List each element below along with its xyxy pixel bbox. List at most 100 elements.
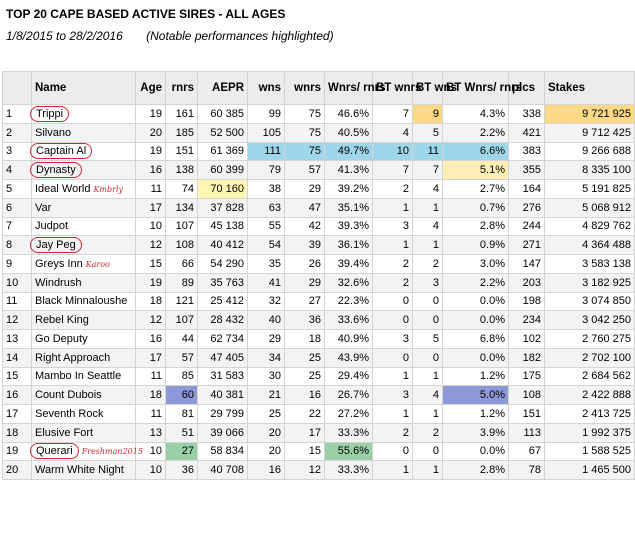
cell-bt-wnrs-rnrs: 2.2% (442, 272, 509, 293)
cell-stakes: 9 712 425 (544, 122, 635, 143)
circled-sire-name: Querari (30, 443, 79, 460)
cell-age: 12 (135, 310, 166, 330)
circled-sire-name: Captain Al (30, 143, 93, 160)
sire-name: Elusive Fort (35, 426, 94, 439)
cell-bt-wnrs: 2 (372, 272, 413, 293)
cell-rank: 16 (2, 385, 32, 405)
cell-rank: 19 (2, 441, 32, 462)
cell-wns: 20 (247, 441, 285, 462)
cell-aepr: 40 708 (197, 460, 248, 480)
cell-stakes: 2 760 275 (544, 329, 635, 349)
cell-wnrs-rnrs: 46.6% (324, 104, 373, 124)
cell-wns: 32 (247, 291, 285, 312)
cell-wnrs: 39 (284, 235, 325, 255)
cell-bt-wns: 5 (412, 122, 443, 143)
cell-wns: 63 (247, 197, 285, 218)
cell-bt-wnrs: 10 (372, 141, 413, 162)
cell-wns: 105 (247, 122, 285, 143)
cell-bt-wnrs-rnrs: 5.1% (442, 160, 509, 180)
cell-name: Elusive Fort (31, 422, 136, 443)
cell-name: Var (31, 197, 136, 218)
cell-aepr: 28 432 (197, 310, 248, 330)
cell-stakes: 9 266 688 (544, 141, 635, 162)
cell-bt-wnrs: 1 (372, 366, 413, 387)
cell-bt-wnrs-rnrs: 6.6% (442, 141, 509, 162)
cell-plcs: 108 (508, 385, 545, 405)
cell-name: Count Dubois (31, 385, 136, 405)
cell-rank: 10 (2, 272, 32, 293)
cell-bt-wnrs: 2 (372, 422, 413, 443)
cell-bt-wns: 1 (412, 404, 443, 424)
cell-name: Mambo In Seattle (31, 366, 136, 387)
cell-name: Seventh Rock (31, 404, 136, 424)
cell-name: Jay Peg (30, 235, 136, 255)
cell-wnrs-rnrs: 29.4% (324, 366, 373, 387)
cell-bt-wns: 1 (412, 235, 443, 255)
cell-name: Ideal World Kmbrly (31, 179, 136, 199)
cell-name: Black Minnaloushe (31, 291, 136, 312)
cell-name: Dynasty (30, 160, 136, 180)
cell-rnrs: 138 (165, 160, 198, 180)
cell-age: 16 (135, 160, 166, 180)
cell-rnrs: 74 (165, 179, 198, 199)
cell-name: Judpot (31, 216, 136, 237)
cell-stakes: 3 074 850 (544, 291, 635, 312)
cell-wns: 111 (247, 141, 285, 162)
table-row: 8 Jay Peg 12 108 40 412 54 39 36.1% 1 1 0.9% 271 4 3… (2, 235, 635, 255)
cell-bt-wnrs-rnrs: 0.0% (442, 441, 509, 462)
cell-rnrs: 60 (165, 385, 198, 405)
cell-rnrs: 36 (165, 460, 198, 480)
cell-age: 18 (135, 291, 166, 312)
cell-bt-wnrs-rnrs: 1.2% (442, 366, 509, 387)
cell-rank: 4 (2, 160, 32, 180)
cell-bt-wnrs-rnrs: 0.0% (442, 347, 509, 368)
cell-bt-wns: 0 (412, 347, 443, 368)
cell-wnrs: 26 (284, 254, 325, 274)
cell-stakes: 4 364 488 (544, 235, 635, 255)
cell-bt-wnrs: 3 (372, 329, 413, 349)
cell-aepr: 40 381 (197, 385, 248, 405)
cell-wnrs-rnrs: 39.2% (324, 179, 373, 199)
cell-rnrs: 51 (165, 422, 198, 443)
cell-age: 20 (135, 122, 166, 143)
cell-bt-wnrs-rnrs: 0.9% (442, 235, 509, 255)
cell-bt-wnrs: 0 (372, 347, 413, 368)
cell-age: 15 (135, 254, 166, 274)
cell-bt-wnrs: 0 (372, 310, 413, 330)
cell-wns: 25 (247, 404, 285, 424)
cell-wnrs: 27 (284, 291, 325, 312)
cell-plcs: 234 (508, 310, 545, 330)
col-header-rnrs: rnrs (165, 71, 198, 105)
col-header-bt-wnrs-rnrs: BT Wnrs/ rnrs (442, 71, 522, 105)
cell-bt-wns: 0 (412, 310, 443, 330)
sire-name: Judpot (35, 220, 69, 233)
cell-stakes: 3 042 250 (544, 310, 635, 330)
cell-wnrs: 75 (284, 104, 325, 124)
cell-bt-wns: 2 (412, 422, 443, 443)
cell-rank: 2 (2, 122, 32, 143)
cell-plcs: 151 (508, 404, 545, 424)
table-row: 4 Dynasty 16 138 60 399 79 57 41.3% 7 7 5.1% 355 8 3… (2, 160, 635, 180)
cell-bt-wnrs-rnrs: 5.0% (442, 385, 509, 405)
cell-bt-wns: 1 (412, 366, 443, 387)
cell-stakes: 2 684 562 (544, 366, 635, 387)
period-text: 1/8/2015 to 28/2/2016 (6, 29, 123, 43)
handwritten-note: Karoo (85, 259, 110, 269)
cell-bt-wnrs-rnrs: 2.8% (442, 460, 509, 480)
cell-aepr: 29 799 (197, 404, 248, 424)
cell-name: Captain Al (30, 141, 136, 162)
col-header-rank (2, 71, 32, 105)
sire-name: Right Approach (35, 351, 111, 364)
cell-aepr: 31 583 (197, 366, 248, 387)
sire-name: Var (35, 201, 52, 214)
cell-rnrs: 57 (165, 347, 198, 368)
cell-age: 19 (135, 104, 166, 124)
cell-rnrs: 107 (165, 216, 198, 237)
table-row: 11 Black Minnaloushe 18 121 25 412 32 27 22.3% 0… (2, 291, 635, 312)
cell-bt-wns: 4 (412, 179, 443, 199)
cell-wns: 30 (247, 366, 285, 387)
cell-wnrs-rnrs: 40.5% (324, 122, 373, 143)
cell-bt-wnrs: 3 (372, 385, 413, 405)
sire-name: Warm White Night (35, 464, 124, 477)
cell-plcs: 147 (508, 254, 545, 274)
